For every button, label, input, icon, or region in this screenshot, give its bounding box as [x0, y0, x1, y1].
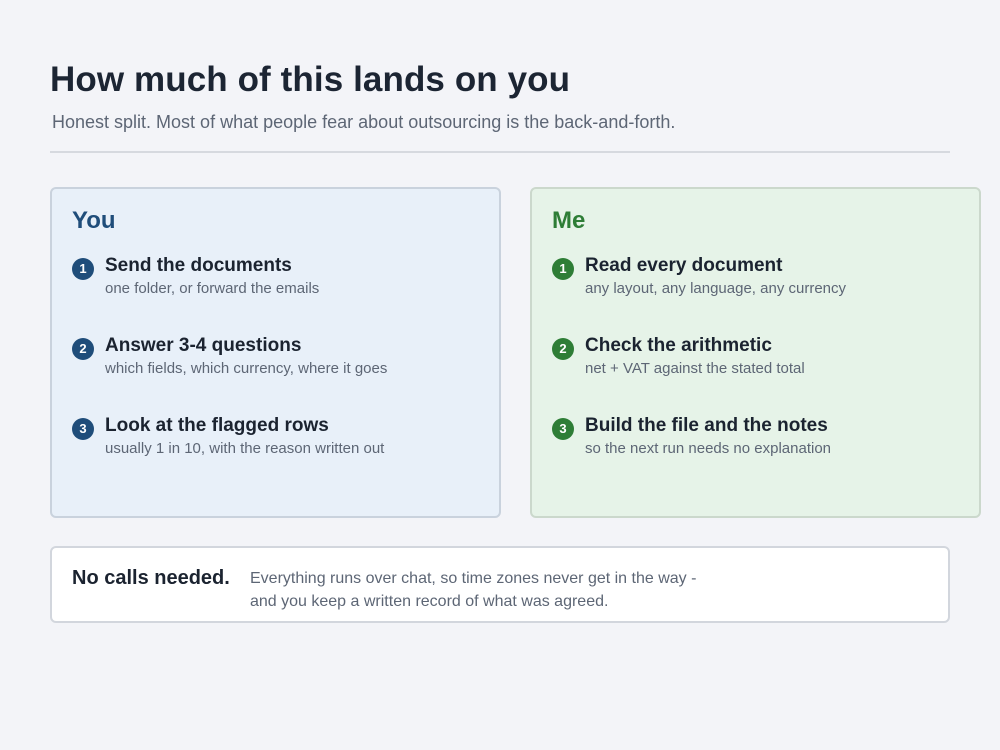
step-title: Send the documents — [105, 255, 292, 276]
step-number-badge: 2 — [552, 338, 574, 360]
step-title: Answer 3-4 questions — [105, 335, 302, 356]
you-panel: You 1 Send the documents one folder, or … — [50, 187, 501, 518]
step-description: net + VAT against the stated total — [585, 360, 805, 377]
step-number-badge: 1 — [552, 258, 574, 280]
step-title: Read every document — [585, 255, 783, 276]
step-number-badge: 3 — [72, 418, 94, 440]
step-description: one folder, or forward the emails — [105, 280, 320, 297]
step-description: so the next run needs no explanation — [585, 440, 832, 457]
note-text-line: and you keep a written record of what wa… — [250, 593, 609, 610]
note-label: No calls needed. — [72, 567, 230, 589]
step-number-badge: 2 — [72, 338, 94, 360]
note-text-line: Everything runs over chat, so time zones… — [250, 570, 697, 587]
page-subtitle: Honest split. Most of what people fear a… — [52, 112, 676, 132]
me-panel: Me 1 Read every document any layout, any… — [530, 187, 981, 518]
divider — [50, 151, 950, 153]
step-description: any layout, any language, any currency — [585, 280, 846, 297]
no-calls-note: No calls needed. Everything runs over ch… — [50, 546, 950, 623]
step-title: Look at the flagged rows — [105, 415, 329, 436]
step-number-badge: 1 — [72, 258, 94, 280]
me-panel-title: Me — [552, 207, 586, 234]
note-text: Everything runs over chat, so time zones… — [250, 567, 750, 613]
step-title: Check the arithmetic — [585, 335, 772, 356]
you-panel-title: You — [72, 207, 116, 234]
step-description: which fields, which currency, where it g… — [105, 360, 388, 377]
step-title: Build the file and the notes — [585, 415, 828, 436]
page-title: How much of this lands on you — [50, 60, 571, 99]
step-description: usually 1 in 10, with the reason written… — [105, 440, 385, 457]
step-number-badge: 3 — [552, 418, 574, 440]
